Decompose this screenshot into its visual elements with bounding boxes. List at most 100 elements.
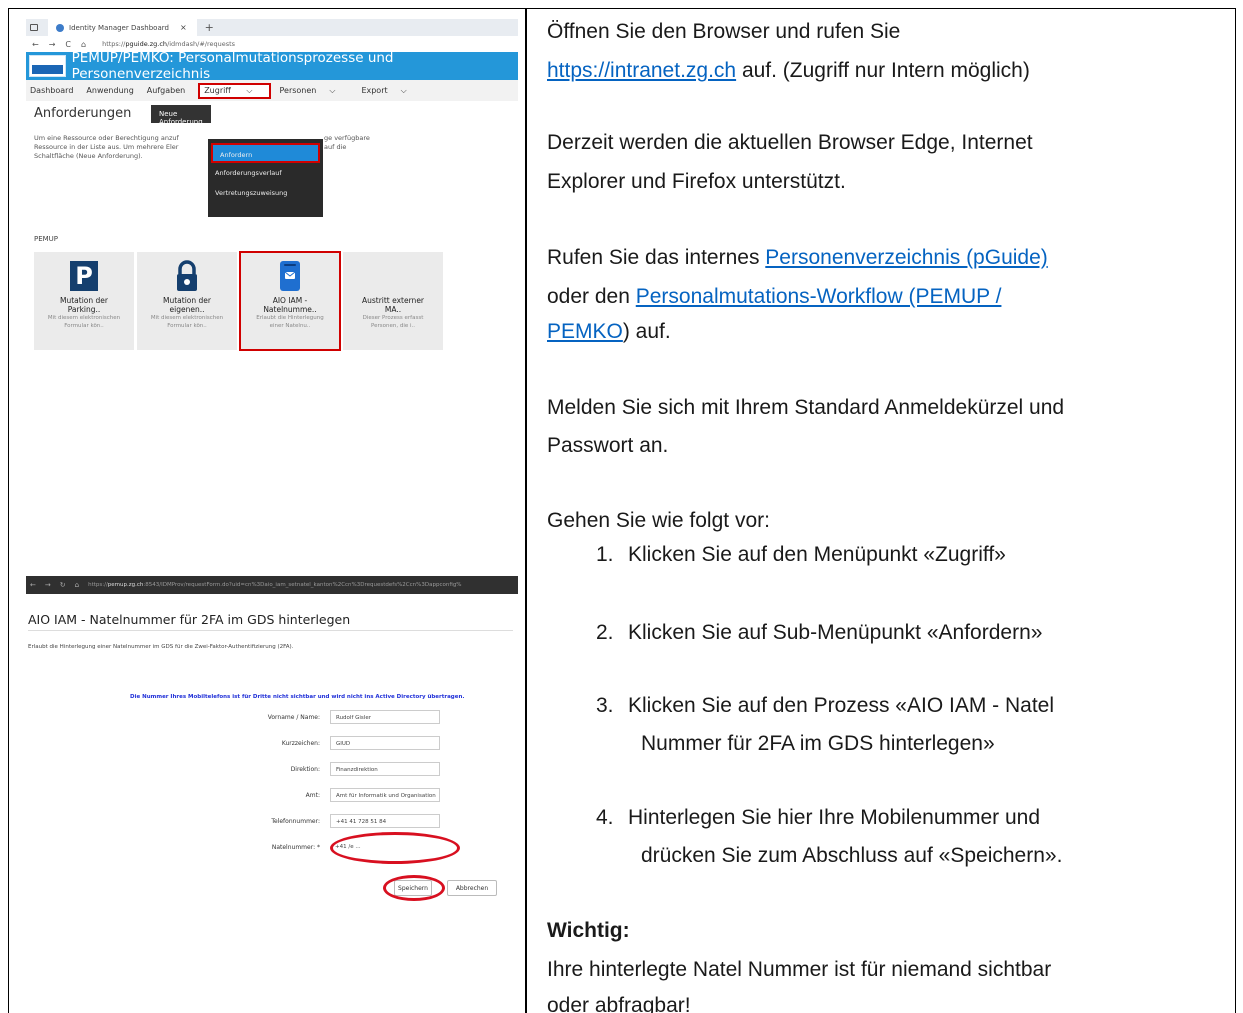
- home-icon[interactable]: ⌂: [81, 40, 86, 49]
- text-line: Gehen Sie wie folgt vor:: [547, 509, 770, 532]
- step-1: 1. Klicken Sie auf den Menüpunkt «Zugriff…: [596, 539, 1006, 571]
- step-number: 3.: [596, 694, 614, 717]
- tile-title: Parking..: [67, 305, 101, 314]
- name-field[interactable]: Rudolf Gisler: [330, 710, 440, 724]
- description-line: auf die: [324, 143, 347, 151]
- text-fragment: ) auf.: [622, 320, 671, 343]
- process-tiles: P Mutation der Parking.. Mit diesem elek…: [34, 251, 443, 351]
- nav-personen[interactable]: Personen ⌵: [279, 86, 348, 96]
- tab-close-icon[interactable]: ×: [180, 23, 187, 32]
- tile-title: Mutation der: [60, 296, 108, 305]
- field-row-telefon: Telefonnummer: +41 41 728 51 84: [226, 814, 440, 828]
- tile-subtitle: Formular kön..: [167, 323, 207, 329]
- cancel-button[interactable]: Abbrechen: [447, 880, 497, 896]
- step-text: Hinterlegen Sie hier Ihre Mobilenummer u…: [628, 806, 1041, 829]
- text-fragment: oder den: [547, 285, 636, 308]
- chevron-down-icon: ⌵: [329, 85, 336, 95]
- field-label: Telefonnummer:: [271, 817, 320, 825]
- tab-favicon-icon: [56, 23, 64, 32]
- url-prefix: https://: [88, 582, 108, 588]
- tile-parking[interactable]: P Mutation der Parking.. Mit diesem elek…: [34, 252, 134, 350]
- tile-title: eigenen..: [169, 305, 205, 314]
- pemko-link[interactable]: PEMKO: [547, 320, 623, 343]
- tile-subtitle: Dieser Prozess erfasst: [362, 315, 424, 321]
- menu-item-anforderungsverlauf[interactable]: Anforderungsverlauf: [208, 163, 323, 183]
- divider: [28, 630, 513, 631]
- page-description-right: ge verfügbare auf die: [324, 134, 370, 152]
- url-path: :8543/IDMProv/requestForm.do?uid=cn%3Dai…: [143, 582, 462, 588]
- browser-tab[interactable]: Identity Manager Dashboard ×: [48, 19, 197, 36]
- highlight-ring-natel: [330, 832, 460, 864]
- nav-personen-label: Personen: [279, 85, 317, 95]
- kurzzeichen-field[interactable]: GIUD: [330, 736, 440, 750]
- step-2: 2. Klicken Sie auf Sub-Menüpunkt «Anforde…: [596, 617, 1042, 649]
- nav-export-label: Export: [361, 85, 388, 95]
- chevron-down-icon: ⌵: [400, 85, 407, 95]
- highlight-ring-save: [383, 875, 445, 901]
- pguide-link[interactable]: Personenverzeichnis (pGuide): [765, 246, 1047, 269]
- field-row-kurzzeichen: Kurzzeichen: GIUD: [226, 736, 440, 750]
- nav-zugriff[interactable]: Zugriff ⌵: [198, 82, 272, 99]
- step-4-cont: drücken Sie zum Abschluss auf «Speichern…: [596, 840, 1062, 872]
- tile-subtitle: Mit diesem elektronischen: [47, 315, 121, 321]
- back-icon[interactable]: ←: [32, 40, 39, 49]
- pemup-form-screenshot: ← → ↻ ⌂ https://pemup.zg.ch:8543/IDMProv…: [26, 576, 518, 916]
- text-line: oder abfragbar!: [547, 994, 691, 1013]
- tab-title: Identity Manager Dashboard: [69, 23, 169, 32]
- telefon-field[interactable]: +41 41 728 51 84: [330, 814, 440, 828]
- form-title: AIO IAM - Natelnummer für 2FA im GDS hin…: [28, 612, 351, 627]
- main-nav: Dashboard Anwendung Aufgaben Zugriff ⌵ P…: [26, 80, 518, 101]
- forward-icon[interactable]: →: [49, 40, 56, 49]
- intranet-link[interactable]: https://intranet.zg.ch: [547, 59, 736, 82]
- url-field[interactable]: https://pemup.zg.ch:8543/IDMProv/request…: [88, 582, 461, 588]
- reload-icon[interactable]: C: [65, 40, 71, 49]
- step-3: 3. Klicken Sie auf den Prozess «AIO IAM -…: [596, 690, 1054, 722]
- tile-eigenen[interactable]: Mutation der eigenen.. Mit diesem elektr…: [137, 252, 237, 350]
- text-line: https://intranet.zg.ch auf. (Zugriff nur…: [547, 55, 1030, 87]
- reload-icon[interactable]: ↻: [60, 581, 66, 589]
- amt-field[interactable]: Amt für Informatik und Organisation: [330, 788, 440, 802]
- pguide-screenshot: Identity Manager Dashboard × + ← → C ⌂ h…: [26, 19, 518, 361]
- home-icon[interactable]: ⌂: [75, 581, 79, 589]
- text-line: Passwort an.: [547, 434, 669, 457]
- step-number: 2.: [596, 621, 614, 644]
- tile-title: Austritt externer: [361, 296, 425, 305]
- field-label: Kurzzeichen:: [281, 739, 320, 747]
- nav-export[interactable]: Export ⌵: [361, 86, 419, 96]
- nav-dashboard[interactable]: Dashboard: [30, 86, 73, 95]
- column-divider: [525, 8, 527, 1013]
- url-field[interactable]: https://pguide.zg.ch/idmdash/#/requests: [102, 40, 235, 48]
- important-heading: Wichtig:: [547, 919, 630, 942]
- forward-icon[interactable]: →: [45, 581, 51, 589]
- text-fragment: Rufen Sie das internes: [547, 246, 766, 269]
- step-4: 4. Hinterlegen Sie hier Ihre Mobilenummer…: [596, 802, 1040, 834]
- tile-subtitle: Mit diesem elektronischen: [150, 315, 224, 321]
- direktion-field[interactable]: Finanzdirektion: [330, 762, 440, 776]
- tile-title: MA..: [384, 305, 402, 314]
- step-3-cont: Nummer für 2FA im GDS hinterlegen»: [596, 728, 995, 760]
- menu-item-anfordern[interactable]: Anfordern: [211, 143, 320, 163]
- nav-anwendung[interactable]: Anwendung: [86, 86, 133, 95]
- url-path: /idmdash/#/requests: [167, 40, 236, 48]
- step-number: 1.: [596, 543, 614, 566]
- tile-austritt[interactable]: Austritt externer MA.. Dieser Prozess er…: [343, 252, 443, 350]
- step-text: Klicken Sie auf Sub-Menüpunkt «Anfordern…: [628, 621, 1043, 644]
- new-tab-icon[interactable]: +: [205, 21, 214, 34]
- new-request-button[interactable]: Neue Anforderung: [151, 105, 211, 126]
- pemup-link[interactable]: Personalmutations-Workflow (PEMUP /: [636, 285, 1002, 308]
- tile-aio-iam-natelnummer[interactable]: AIO IAM - Natelnumme.. Erlaubt die Hinte…: [239, 251, 341, 351]
- parking-icon: P: [70, 261, 98, 291]
- tile-title: AIO IAM -: [272, 296, 308, 305]
- nav-aufgaben[interactable]: Aufgaben: [147, 86, 185, 95]
- section-label: PEMUP: [34, 235, 59, 243]
- url-prefix: https://: [102, 40, 126, 48]
- menu-item-vertretungszuweisung[interactable]: Vertretungszuweisung: [208, 183, 323, 203]
- nav-zugriff-label: Zugriff: [204, 85, 231, 95]
- step-text: Nummer für 2FA im GDS hinterlegen»: [641, 732, 995, 755]
- url-host: pguide.zg.ch: [125, 40, 168, 48]
- back-icon[interactable]: ←: [30, 581, 36, 589]
- mobile-phone-icon: [276, 260, 304, 292]
- field-label: Vorname / Name:: [267, 713, 320, 721]
- zugriff-dropdown-menu: Anfordern Anforderungsverlauf Vertretung…: [208, 139, 323, 217]
- tile-subtitle: Formular kön..: [64, 323, 104, 329]
